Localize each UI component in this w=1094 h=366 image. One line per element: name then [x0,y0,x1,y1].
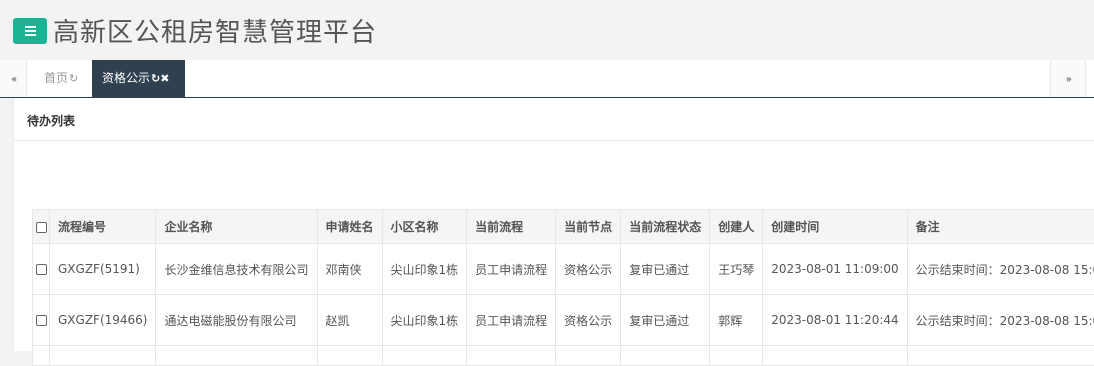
table-cell [710,346,763,366]
row-checkbox-cell[interactable] [33,295,50,346]
table-cell: 资格公示 [556,295,621,346]
tab-home[interactable]: 首页↻ [34,60,88,97]
column-header[interactable]: 企业名称 [156,210,317,244]
tab-bar: ⏴⏴ 首页↻ 资格公示↻✖ ⏵⏵ [0,60,1094,98]
table-cell: 公示结束时间：2023-08-08 15:00:53 [907,295,1094,346]
table-cell: 公示结束时间：2023-08-08 15:01:08 [907,244,1094,295]
table-cell: 邓南侠 [317,244,382,295]
table-cell: 员工申请流程 [467,295,556,346]
menu-toggle-button[interactable] [13,18,47,44]
refresh-close-icon[interactable]: ↻✖ [151,72,169,85]
column-header[interactable]: 当前流程状态 [621,210,710,244]
menu-icon [25,26,36,36]
column-header[interactable]: 备注 [907,210,1094,244]
table-row[interactable]: GXGZF(5191) 长沙金维信息技术有限公司 邓南侠 尖山印象1栋 员工申请… [33,244,1094,295]
tab-qualification-notice-label: 资格公示 [102,71,150,85]
column-header[interactable]: 创建人 [710,210,763,244]
select-all-checkbox[interactable] [36,222,47,233]
column-header[interactable]: 创建时间 [763,210,907,244]
table-cell: 赵凯 [317,295,382,346]
table-cell: GXGZF(19466) [50,295,156,346]
app-header: 高新区公租房智慧管理平台 [0,0,1094,60]
table-cell: 王巧琴 [710,244,763,295]
table-cell [621,346,710,366]
double-chevron-left-icon: ⏴⏴ [11,75,15,84]
page-title: 高新区公租房智慧管理平台 [53,12,377,49]
table-cell [907,346,1094,366]
table-cell [50,346,156,366]
column-header[interactable]: 申请姓名 [317,210,382,244]
table-cell: 员工申请流程 [467,244,556,295]
table-row[interactable]: GXGZF(19466) 通达电磁能股份有限公司 赵凯 尖山印象1栋 员工申请流… [33,295,1094,346]
double-chevron-right-icon: ⏵⏵ [1066,75,1070,84]
row-checkbox[interactable] [36,315,47,326]
table-cell: 郭辉 [710,295,763,346]
tab-scroll-right-button[interactable]: ⏵⏵ [1050,60,1086,97]
select-all-checkbox-cell[interactable] [33,210,50,244]
table-row [33,346,1094,366]
tab-qualification-notice[interactable]: 资格公示↻✖ [92,60,185,97]
table-cell: 长沙金维信息技术有限公司 [156,244,317,295]
row-checkbox[interactable] [36,264,47,275]
table-cell [317,346,382,366]
table-cell: GXGZF(5191) [50,244,156,295]
table-cell [467,346,556,366]
table-cell: 复审已通过 [621,244,710,295]
table-cell: 通达电磁能股份有限公司 [156,295,317,346]
column-header[interactable]: 当前节点 [556,210,621,244]
table-header-row: 流程编号 企业名称 申请姓名 小区名称 当前流程 当前节点 当前流程状态 创建人… [33,210,1094,244]
column-header[interactable]: 流程编号 [50,210,156,244]
column-header[interactable]: 小区名称 [382,210,467,244]
table-cell: 尖山印象1栋 [382,244,467,295]
table-cell [556,346,621,366]
row-checkbox-cell[interactable] [33,244,50,295]
table-cell [763,346,907,366]
column-header[interactable]: 当前流程 [467,210,556,244]
table-cell: 复审已通过 [621,295,710,346]
table-cell [156,346,317,366]
table-cell [33,346,50,366]
tab-home-label: 首页 [44,71,68,85]
table-cell: 2023-08-01 11:09:00 [763,244,907,295]
divider [14,140,1094,141]
tab-scroll-left-button[interactable]: ⏴⏴ [0,60,27,97]
todo-table: 流程编号 企业名称 申请姓名 小区名称 当前流程 当前节点 当前流程状态 创建人… [32,209,1094,366]
table-cell [382,346,467,366]
panel-title: 待办列表 [27,112,75,129]
table-cell: 资格公示 [556,244,621,295]
refresh-icon[interactable]: ↻ [69,72,78,85]
table-cell: 2023-08-01 11:20:44 [763,295,907,346]
table-cell: 尖山印象1栋 [382,295,467,346]
